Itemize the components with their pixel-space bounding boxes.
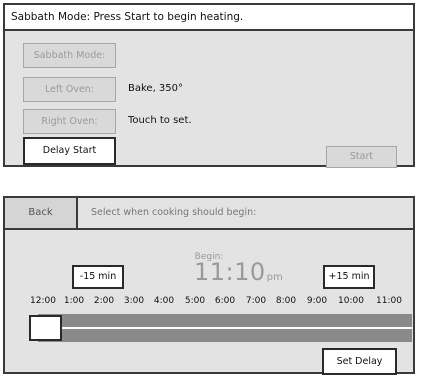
minus-15-min-button[interactable]: -15 min	[72, 265, 124, 289]
tick-label: 9:00	[306, 296, 328, 306]
time-slider-handle[interactable]	[29, 315, 62, 341]
tick-label: 2:00	[93, 296, 115, 306]
delay-panel-header: Back Select when cooking should begin:	[5, 198, 413, 230]
delay-panel-title: Select when cooking should begin:	[91, 207, 257, 218]
begin-time-value: 11:10	[194, 258, 266, 286]
left-oven-button[interactable]: Left Oven:	[23, 77, 116, 102]
tick-label: 4:00	[153, 296, 175, 306]
tick-label: 5:00	[184, 296, 206, 306]
begin-time-display: 11:10pm	[194, 258, 283, 286]
sabbath-mode-button[interactable]: Sabbath Mode:	[23, 43, 116, 68]
tick-label: 1:00	[63, 296, 85, 306]
delay-start-button[interactable]: Delay Start	[23, 137, 116, 165]
delay-start-panel: Back Select when cooking should begin: B…	[3, 196, 415, 375]
timeline-tick-labels: 12:00 1:00 2:00 3:00 4:00 5:00 6:00 7:00…	[5, 296, 413, 310]
time-slider-track[interactable]	[38, 314, 412, 342]
plus-15-min-button[interactable]: +15 min	[323, 265, 375, 289]
set-delay-button[interactable]: Set Delay	[322, 348, 397, 375]
tick-label: 6:00	[214, 296, 236, 306]
tick-label: 8:00	[275, 296, 297, 306]
right-oven-button[interactable]: Right Oven:	[23, 109, 116, 134]
tick-label: 7:00	[245, 296, 267, 306]
right-oven-value: Touch to set.	[128, 115, 192, 126]
tick-label: 12:00	[30, 296, 56, 306]
start-button[interactable]: Start	[326, 146, 397, 168]
sabbath-mode-panel: Sabbath Mode: Press Start to begin heati…	[3, 3, 415, 168]
tick-label: 3:00	[123, 296, 145, 306]
time-slider-line	[38, 327, 412, 329]
begin-time-ampm: pm	[266, 272, 283, 283]
tick-label: 10:00	[338, 296, 364, 306]
tick-label: 11:00	[376, 296, 402, 306]
left-oven-value: Bake, 350°	[128, 83, 184, 94]
back-button[interactable]: Back	[5, 198, 78, 228]
sabbath-status-text: Sabbath Mode: Press Start to begin heati…	[5, 5, 413, 31]
